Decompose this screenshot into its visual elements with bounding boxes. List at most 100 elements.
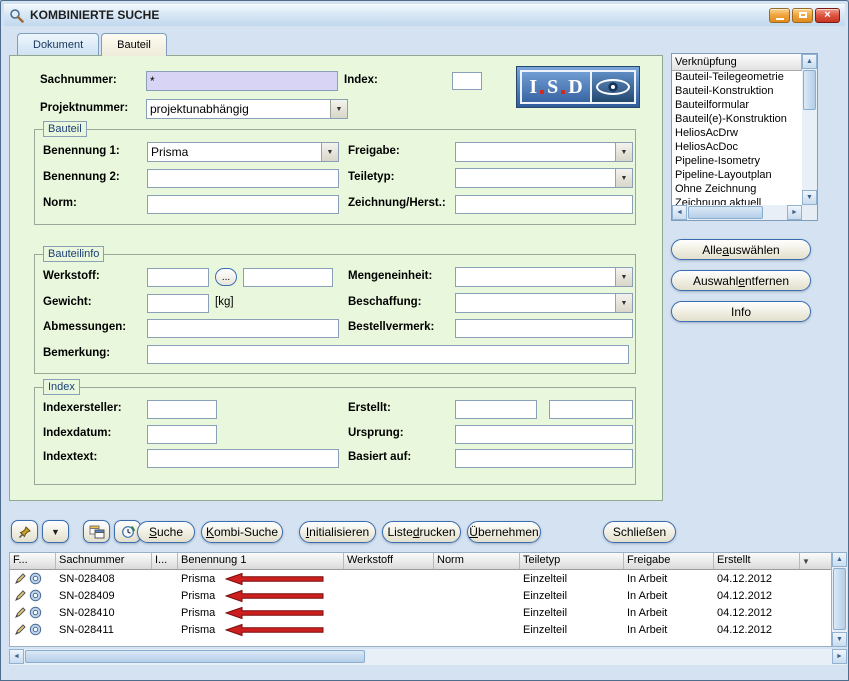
abmessungen-input[interactable] <box>147 319 339 338</box>
werkstoff-browse-button[interactable]: ... <box>215 268 237 286</box>
close-button[interactable]: × <box>815 8 840 23</box>
tab-bauteil[interactable]: Bauteil <box>101 33 167 56</box>
maximize-button[interactable] <box>792 8 813 23</box>
teiletyp-select[interactable]: ▼ <box>455 168 633 188</box>
mengeneinheit-select[interactable]: ▼ <box>455 267 633 287</box>
scroll-left-icon[interactable]: ◄ <box>9 649 24 664</box>
verknuepfung-item[interactable]: HeliosAcDoc <box>672 141 802 155</box>
bestellvermerk-input[interactable] <box>455 319 633 338</box>
isd-dot <box>540 90 544 94</box>
verknuepfung-item[interactable]: Zeichnung aktuell <box>672 197 802 205</box>
table-row[interactable]: SN-028408PrismaEinzelteilIn Arbeit04.12.… <box>10 570 831 587</box>
zeichnung-herst-input[interactable] <box>455 195 633 214</box>
indextext-input[interactable] <box>147 449 339 468</box>
scroll-down-icon[interactable]: ▼ <box>832 632 847 647</box>
verknuepfung-header[interactable]: Verknüpfung <box>672 54 802 71</box>
indextext-label: Indextext: <box>43 451 97 463</box>
norm-input[interactable] <box>147 195 339 214</box>
minimize-button[interactable] <box>769 8 790 23</box>
verknuepfung-item[interactable]: HeliosAcDrw <box>672 127 802 141</box>
window-title: KOMBINIERTE SUCHE <box>30 8 159 22</box>
erstellt-input-2[interactable] <box>549 400 633 419</box>
verknuepfung-item[interactable]: Bauteilformular <box>672 99 802 113</box>
verknuepfung-hscrollbar[interactable]: ◄ ► <box>672 205 802 220</box>
werkstoff-input-1[interactable] <box>147 268 209 287</box>
column-header-teiletyp[interactable]: Teiletyp <box>520 553 624 569</box>
scroll-right-icon[interactable]: ► <box>832 649 847 664</box>
scroll-down-icon[interactable]: ▼ <box>802 190 817 205</box>
liste-drucken-button[interactable]: Liste drucken <box>382 521 461 543</box>
initialisieren-button[interactable]: Initialisieren <box>299 521 376 543</box>
table-row[interactable]: SN-028411PrismaEinzelteilIn Arbeit04.12.… <box>10 621 831 638</box>
verknuepfung-item[interactable]: Pipeline-Isometry <box>672 155 802 169</box>
index-input[interactable] <box>452 72 482 90</box>
column-header-benennung1[interactable]: Benennung 1 <box>178 553 344 569</box>
scroll-up-icon[interactable]: ▲ <box>832 552 847 567</box>
isd-logo: ISD <box>516 66 640 108</box>
ursprung-label: Ursprung: <box>348 427 404 439</box>
column-header-norm[interactable]: Norm <box>434 553 520 569</box>
scroll-thumb[interactable] <box>25 650 365 663</box>
sachnummer-label: Sachnummer: <box>40 74 117 86</box>
alle-auswaehlen-button[interactable]: Alle auswählen <box>671 239 811 260</box>
part-icon <box>29 606 42 619</box>
table-vscrollbar[interactable]: ▲ ▼ <box>832 552 847 647</box>
column-header-werkstoff[interactable]: Werkstoff <box>344 553 434 569</box>
suche-button[interactable]: Suche <box>137 521 195 543</box>
werkstoff-input-2[interactable] <box>243 268 333 287</box>
tab-strip: Dokument Bauteil <box>17 33 167 56</box>
info-button[interactable]: Info <box>671 301 811 322</box>
cell-erstellt: 04.12.2012 <box>714 573 800 585</box>
chevron-down-icon: ▼ <box>321 143 338 161</box>
freigabe-value <box>456 143 615 161</box>
verknuepfung-item[interactable]: Bauteil-Teilegeometrie <box>672 71 802 85</box>
verknuepfung-item[interactable]: Bauteil(e)-Konstruktion <box>672 113 802 127</box>
benennung2-input[interactable] <box>147 169 339 188</box>
schliessen-button[interactable]: Schließen <box>603 521 676 543</box>
ursprung-input[interactable] <box>455 425 633 444</box>
norm-label: Norm: <box>43 197 77 209</box>
beschaffung-select[interactable]: ▼ <box>455 293 633 313</box>
indexersteller-input[interactable] <box>147 400 217 419</box>
cell-f <box>10 623 56 636</box>
scroll-right-icon[interactable]: ► <box>787 205 802 220</box>
table-row[interactable]: SN-028410PrismaEinzelteilIn Arbeit04.12.… <box>10 604 831 621</box>
teiletyp-value <box>456 169 615 187</box>
indexdatum-input[interactable] <box>147 425 217 444</box>
column-options-button[interactable]: ▼ <box>800 557 812 566</box>
column-header-f[interactable]: F... <box>10 553 56 569</box>
projektnummer-select[interactable]: projektunabhängig ▼ <box>146 99 348 119</box>
column-header-freigabe[interactable]: Freigabe <box>624 553 714 569</box>
verknuepfung-vscrollbar[interactable]: ▲ ▼ <box>802 54 817 205</box>
titlebar: KOMBINIERTE SUCHE × <box>4 4 845 26</box>
scroll-thumb[interactable] <box>833 568 846 630</box>
tab-dokument[interactable]: Dokument <box>17 33 99 55</box>
basiert-auf-input[interactable] <box>455 449 633 468</box>
cell-sachnummer: SN-028408 <box>56 573 152 585</box>
scroll-up-icon[interactable]: ▲ <box>802 54 817 69</box>
sachnummer-input[interactable] <box>146 71 338 91</box>
scroll-thumb[interactable] <box>688 206 763 219</box>
erstellt-input-1[interactable] <box>455 400 537 419</box>
table-row[interactable]: SN-028409PrismaEinzelteilIn Arbeit04.12.… <box>10 587 831 604</box>
freigabe-select[interactable]: ▼ <box>455 142 633 162</box>
verknuepfung-item[interactable]: Ohne Zeichnung <box>672 183 802 197</box>
verknuepfung-item[interactable]: Bauteil-Konstruktion <box>672 85 802 99</box>
benennung1-select[interactable]: Prisma ▼ <box>147 142 339 162</box>
scroll-left-icon[interactable]: ◄ <box>672 205 687 220</box>
column-header-erstellt[interactable]: Erstellt <box>714 553 800 569</box>
scroll-thumb[interactable] <box>803 70 816 110</box>
column-header-index[interactable]: I... <box>152 553 178 569</box>
kombi-suche-button[interactable]: Kombi-Suche <box>201 521 283 543</box>
verknuepfung-item[interactable]: Pipeline-Layoutplan <box>672 169 802 183</box>
column-header-sachnummer[interactable]: Sachnummer <box>56 553 152 569</box>
benennung2-label: Benennung 2: <box>43 171 120 183</box>
auswahl-entfernen-button[interactable]: Auswahl entfernen <box>671 270 811 291</box>
bottom-hscrollbar[interactable]: ◄ ► <box>9 649 847 665</box>
cell-benennung1: Prisma <box>178 624 344 636</box>
cell-benennung1: Prisma <box>178 573 344 585</box>
bemerkung-input[interactable] <box>147 345 629 364</box>
uebernehmen-button[interactable]: Übernehmen <box>467 521 541 543</box>
gewicht-input[interactable] <box>147 294 209 313</box>
table-body: SN-028408PrismaEinzelteilIn Arbeit04.12.… <box>10 570 831 638</box>
